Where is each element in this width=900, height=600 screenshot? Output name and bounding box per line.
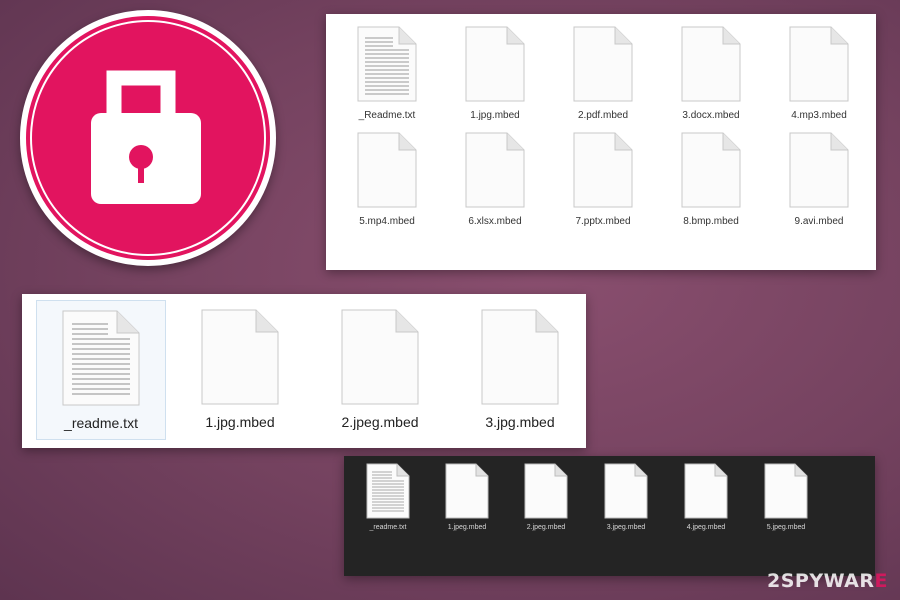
file-name: 9.avi.mbed [794,216,844,227]
file-name: 4.mp3.mbed [791,110,847,121]
document-icon [445,463,489,519]
document-icon [789,26,849,102]
file-name: 1.jpg.mbed [205,414,275,430]
document-icon [681,132,741,208]
document-icon [341,309,419,405]
file-item[interactable]: 3.docx.mbed [661,26,761,121]
file-explorer-panel-top: _Readme.txt 1.jpg.mbed 2.pdf.mbed 3.docx… [326,14,876,270]
lock-badge [20,10,276,266]
padlock-icon [91,70,201,204]
file-item[interactable]: 1.jpg.mbed [445,26,545,121]
file-item[interactable]: 2.jpeg.mbed [315,309,445,430]
file-item[interactable]: 2.jpeg.mbed [511,463,581,531]
text-document-icon [357,26,417,102]
file-item[interactable]: 3.jpeg.mbed [591,463,661,531]
file-item[interactable]: 1.jpeg.mbed [432,463,502,531]
file-name: 3.jpeg.mbed [606,524,646,531]
file-name: 5.mp4.mbed [359,216,415,227]
file-name: 7.pptx.mbed [575,216,631,227]
file-name: 3.docx.mbed [682,110,740,121]
document-icon [357,132,417,208]
file-name: _Readme.txt [358,110,416,121]
text-document-icon [62,310,140,406]
document-icon [465,132,525,208]
document-icon [684,463,728,519]
document-icon [681,26,741,102]
file-name: 1.jpg.mbed [470,110,520,121]
file-name: 1.jpeg.mbed [447,524,487,531]
document-icon [789,132,849,208]
document-icon [201,309,279,405]
file-item[interactable]: 2.pdf.mbed [553,26,653,121]
file-item[interactable]: _readme.txt [353,463,423,531]
text-document-icon [366,463,410,519]
file-name: 2.jpeg.mbed [526,524,566,531]
file-item[interactable]: 5.jpeg.mbed [751,463,821,531]
document-icon [764,463,808,519]
file-item[interactable]: 4.mp3.mbed [769,26,869,121]
file-name: 2.jpeg.mbed [341,414,419,430]
document-icon [573,132,633,208]
watermark-logo: 2SPYWARE [767,570,888,592]
file-name: 2.pdf.mbed [577,110,629,121]
document-icon [524,463,568,519]
file-item[interactable]: 9.avi.mbed [769,132,869,227]
document-icon [465,26,525,102]
file-item[interactable]: _Readme.txt [337,26,437,121]
file-name: _readme.txt [64,415,138,431]
watermark-accent: E [874,570,888,592]
file-name: 3.jpg.mbed [485,414,555,430]
file-name: 8.bmp.mbed [683,216,739,227]
file-item[interactable]: 1.jpg.mbed [175,309,305,430]
file-item[interactable]: 7.pptx.mbed [553,132,653,227]
file-name: 4.jpeg.mbed [686,524,726,531]
file-item-selected[interactable]: _readme.txt [36,300,166,440]
file-item[interactable]: 3.jpg.mbed [455,309,585,430]
watermark-text: 2SPYWAR [766,570,875,592]
file-item[interactable]: 4.jpeg.mbed [671,463,741,531]
file-name: _readme.txt [369,524,407,531]
document-icon [604,463,648,519]
document-icon [481,309,559,405]
document-icon [573,26,633,102]
file-name: 5.jpeg.mbed [766,524,806,531]
file-name: 6.xlsx.mbed [468,216,522,227]
file-item[interactable]: 8.bmp.mbed [661,132,761,227]
file-item[interactable]: 5.mp4.mbed [337,132,437,227]
file-item[interactable]: 6.xlsx.mbed [445,132,545,227]
file-explorer-panel-dark: _readme.txt 1.jpeg.mbed 2.jpeg.mbed 3.jp… [344,456,875,576]
file-explorer-panel-middle: _readme.txt 1.jpg.mbed 2.jpeg.mbed 3.jpg… [22,294,586,448]
